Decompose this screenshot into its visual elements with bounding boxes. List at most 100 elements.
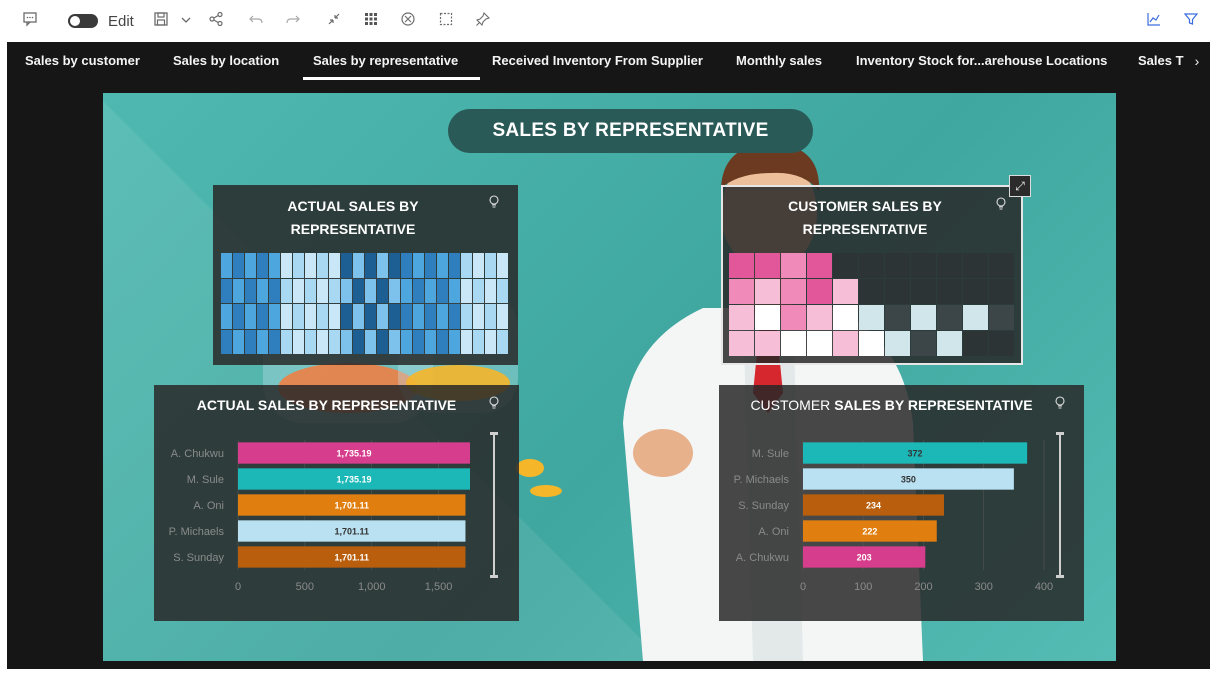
title-line-1: CUSTOMER SALES BY (788, 198, 942, 214)
toolbar: Edit (0, 0, 1210, 42)
heatmap-cell (989, 279, 1014, 304)
undo-icon[interactable] (246, 11, 266, 31)
chevron-right-icon[interactable]: › (1184, 42, 1210, 80)
fit-icon[interactable] (324, 11, 344, 31)
heatmap-cell (377, 329, 388, 354)
bar-chart-panel-customer-sales[interactable]: CUSTOMER SALES BY REPRESENTATIVE 0 100 200… (719, 385, 1084, 621)
heatmap-cell (281, 253, 292, 278)
heatmap-cell (473, 304, 484, 329)
pin-icon[interactable] (473, 11, 493, 31)
bulb-icon[interactable] (995, 197, 1007, 214)
heatmap-cell (437, 304, 448, 329)
heatmap-cell (461, 304, 472, 329)
heatmap-cell (425, 278, 436, 303)
tab-monthly-sales[interactable]: Monthly sales (736, 53, 822, 68)
panel-title: CUSTOMER SALES BY REPRESENTATIVE (723, 195, 1007, 241)
x-tick-label: 0 (800, 581, 806, 593)
heatmap-cell (937, 253, 962, 278)
data-label: 1,735.19 (336, 475, 371, 485)
share-icon[interactable] (206, 11, 226, 31)
category-label: P. Michaels (734, 474, 790, 486)
expand-icon[interactable]: ⤢ (1009, 175, 1031, 197)
heatmap-cell (221, 253, 232, 278)
heatmap-cell (833, 331, 858, 356)
heatmap-cell (305, 304, 316, 329)
heatmap-cell (859, 253, 884, 278)
heatmap-cell (833, 305, 858, 330)
heatmap-cell (233, 304, 244, 329)
category-label: M. Sule (187, 474, 224, 486)
heatmap-cell (389, 253, 400, 278)
heatmap-cell (257, 304, 268, 329)
line-chart-icon[interactable] (1144, 11, 1164, 31)
data-label: 203 (857, 553, 872, 563)
scrollbar-handle-top (490, 432, 498, 435)
category-label: A. Oni (193, 500, 224, 512)
heatmap-cell (497, 304, 508, 329)
heatmap-cell (245, 278, 256, 303)
data-label: 1,701.11 (334, 501, 369, 511)
heatmap-cell (449, 329, 460, 354)
tab-sales-t[interactable]: Sales T (1138, 53, 1184, 68)
heatmap-cell (807, 305, 832, 330)
chevron-down-icon[interactable] (176, 11, 196, 31)
tab-sales-by-representative[interactable]: Sales by representative (313, 53, 458, 68)
target-icon[interactable] (398, 11, 418, 31)
bulb-icon[interactable] (488, 195, 500, 212)
data-label: 234 (866, 501, 881, 511)
tab-received-inventory[interactable]: Received Inventory From Supplier (492, 53, 703, 68)
heatmap-panel-customer-sales[interactable]: CUSTOMER SALES BY REPRESENTATIVE (721, 185, 1023, 365)
heatmap-cell (437, 329, 448, 354)
heatmap-cell (257, 278, 268, 303)
heatmap-cell (781, 305, 806, 330)
tab-sales-by-location[interactable]: Sales by location (173, 53, 279, 68)
heatmap-cell (233, 329, 244, 354)
heatmap-cell (257, 329, 268, 354)
coin-b (530, 485, 562, 497)
redo-icon[interactable] (283, 11, 303, 31)
tab-sales-by-customer[interactable]: Sales by customer (25, 53, 140, 68)
heatmap-panel-actual-sales[interactable]: ACTUAL SALES BY REPRESENTATIVE (213, 185, 518, 365)
x-tick-label: 400 (1035, 581, 1053, 593)
edit-label: Edit (108, 13, 134, 30)
heatmap-cell (329, 253, 340, 278)
heatmap-cell (729, 253, 754, 278)
filter-icon[interactable] (1181, 11, 1201, 31)
heatmap-cell (729, 279, 754, 304)
heatmap-cell (755, 331, 780, 356)
heatmap-cell (485, 253, 496, 278)
heatmap-cell (401, 278, 412, 303)
title-line-2: REPRESENTATIVE (290, 221, 416, 237)
heatmap-cell (729, 305, 754, 330)
data-label: 1,735.19 (336, 449, 371, 459)
heatmap-cell (269, 253, 280, 278)
heatmap-cell (401, 329, 412, 354)
heatmap-cell (437, 278, 448, 303)
heatmap-cell (461, 253, 472, 278)
heatmap-cell (963, 279, 988, 304)
panel-title: ACTUAL SALES BY REPRESENTATIVE (213, 195, 493, 241)
heatmap-cell (963, 305, 988, 330)
heatmap-cell (497, 329, 508, 354)
heatmap-cell (365, 304, 376, 329)
edit-toggle[interactable] (68, 14, 98, 28)
heatmap-cell (963, 253, 988, 278)
dashboard-canvas: SALES BY REPRESENTATIVE ACTUAL SALES BY … (7, 80, 1210, 669)
heatmap-cell (425, 329, 436, 354)
heatmap-cell (257, 253, 268, 278)
heatmap-cell (473, 278, 484, 303)
x-tick-label: 100 (854, 581, 872, 593)
heatmap-cell (377, 278, 388, 303)
comment-icon[interactable] (20, 11, 40, 31)
select-icon[interactable] (436, 11, 456, 31)
heatmap-cell (425, 304, 436, 329)
heatmap-cell (365, 329, 376, 354)
heatmap-cell (885, 279, 910, 304)
tab-inventory-stock[interactable]: Inventory Stock for...arehouse Locations (856, 53, 1107, 68)
grid-icon[interactable] (361, 11, 381, 31)
bar-chart-panel-actual-sales[interactable]: ACTUAL SALES BY REPRESENTATIVE 0 500 1,000… (154, 385, 519, 621)
scrollbar-handle-bottom (1056, 575, 1064, 578)
heatmap-cell (461, 329, 472, 354)
save-icon[interactable] (151, 11, 171, 31)
x-tick-label: 500 (296, 581, 314, 593)
